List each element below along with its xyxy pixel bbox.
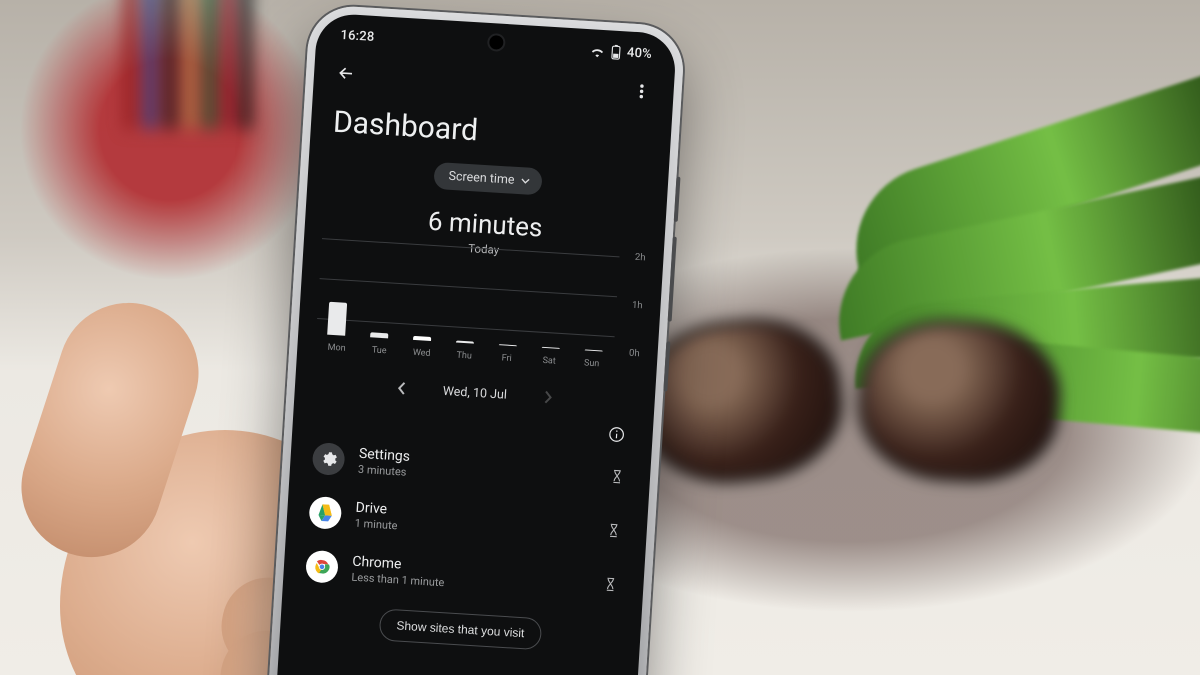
hourglass-icon	[609, 468, 626, 485]
x-tick: Sat	[528, 355, 571, 368]
chevron-right-icon	[540, 390, 555, 405]
x-tick: Wed	[400, 347, 443, 360]
overflow-button[interactable]	[623, 72, 661, 110]
battery-percent: 40%	[627, 45, 653, 61]
settings-app-icon	[312, 442, 346, 476]
hourglass-icon	[605, 522, 622, 539]
timer-button[interactable]	[599, 573, 622, 596]
back-button[interactable]	[327, 54, 365, 92]
x-tick: Fri	[485, 352, 528, 365]
y-tick: 0h	[629, 348, 640, 360]
info-icon	[607, 425, 626, 444]
info-button[interactable]	[602, 420, 632, 450]
x-tick: Tue	[358, 345, 401, 358]
app-usage-list: Settings3 minutesDrive1 minuteChromeLess…	[282, 429, 651, 613]
x-tick: Mon	[315, 342, 358, 355]
y-tick: 1h	[632, 300, 643, 312]
hourglass-icon	[602, 576, 619, 593]
wifi-icon	[590, 45, 606, 58]
more-vert-icon	[632, 82, 651, 101]
chevron-down-icon	[520, 176, 530, 186]
timer-button[interactable]	[605, 465, 628, 488]
y-tick: 2h	[635, 252, 646, 264]
next-day-button[interactable]	[536, 386, 559, 409]
x-tick: Thu	[443, 350, 486, 363]
usage-chart[interactable]: MonTueWedThuFriSatSun 0h 1h 2h	[315, 254, 644, 370]
chart-bar[interactable]	[328, 301, 348, 335]
status-time: 16:28	[340, 28, 375, 45]
timer-button[interactable]	[602, 519, 625, 542]
x-tick: Sun	[570, 358, 613, 371]
chrome-app-icon	[305, 550, 339, 584]
screen: 16:28 40% Dashboard	[271, 12, 677, 675]
chart-bar[interactable]	[584, 349, 602, 352]
chart-bar[interactable]	[499, 344, 517, 347]
chevron-left-icon	[395, 381, 410, 396]
photo-background: 16:28 40% Dashboard	[0, 0, 1200, 675]
battery-icon	[611, 44, 622, 60]
show-sites-button[interactable]: Show sites that you visit	[379, 608, 543, 650]
chart-bar[interactable]	[456, 341, 474, 344]
chart-bar[interactable]	[413, 336, 431, 341]
metric-chip[interactable]: Screen time	[434, 162, 543, 195]
phone: 16:28 40% Dashboard	[264, 4, 670, 675]
drive-app-icon	[308, 496, 342, 530]
metric-chip-label: Screen time	[448, 169, 515, 188]
chart-bar[interactable]	[542, 346, 560, 349]
date-label: Wed, 10 Jul	[442, 383, 507, 402]
chart-bar[interactable]	[370, 332, 388, 338]
prev-day-button[interactable]	[390, 377, 413, 400]
arrow-left-icon	[336, 63, 357, 84]
